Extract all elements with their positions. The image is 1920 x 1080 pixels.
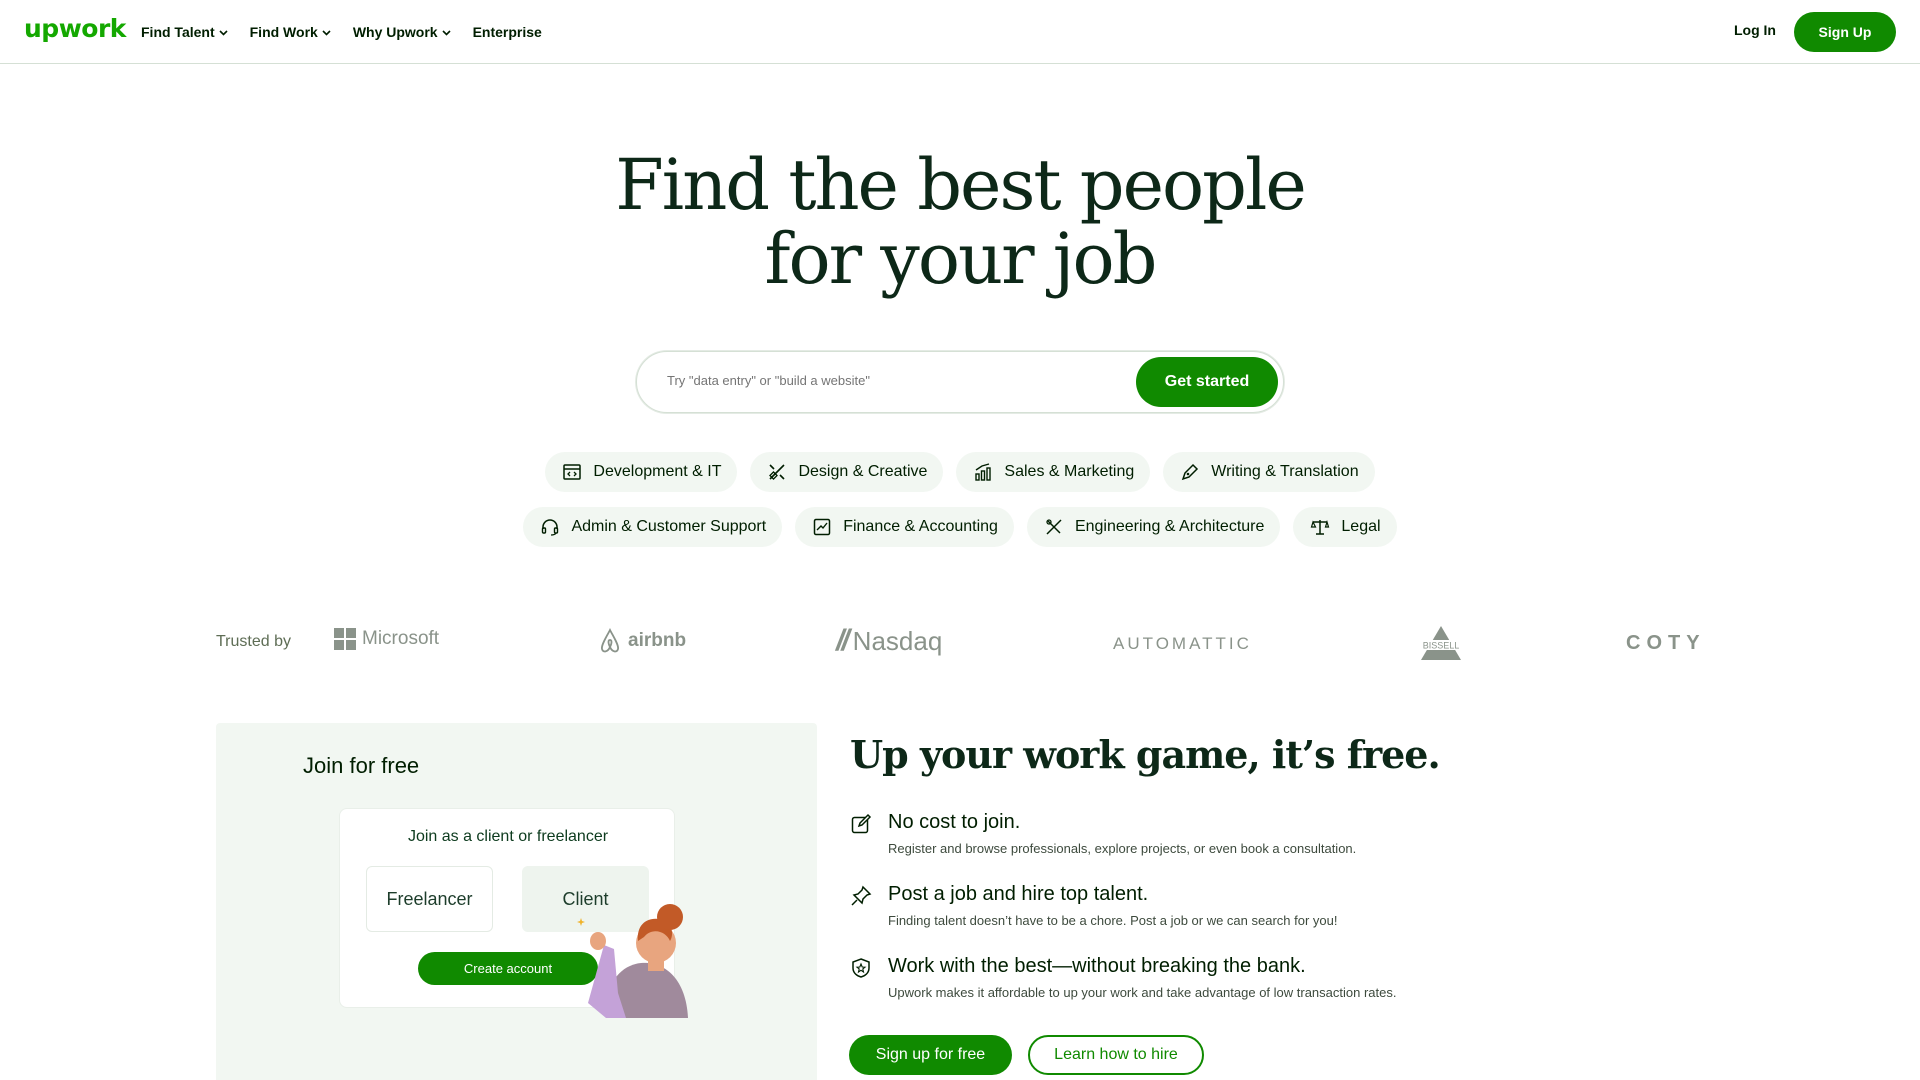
benefit-title: Post a job and hire top talent. (888, 883, 1149, 905)
nav-find-talent[interactable]: Find Talent (141, 24, 228, 40)
trusted-by-label: Trusted by (216, 633, 291, 650)
category-label: Sales & Marketing (1004, 463, 1135, 480)
benefit-desc: Upwork makes it affordable to up your wo… (888, 985, 1397, 1000)
search-input[interactable] (667, 373, 1107, 388)
main-nav: Find Talent Find Work Why Upwork Enterpr… (141, 0, 542, 64)
category-engineering-architecture[interactable]: Engineering & Architecture (1026, 507, 1281, 547)
category-label: Legal (1341, 518, 1381, 535)
code-window-icon (561, 461, 583, 483)
hero-title: Find the best people for your job (0, 148, 1920, 296)
shield-star-icon (850, 957, 872, 979)
nav-find-work[interactable]: Find Work (250, 24, 331, 40)
headset-icon (539, 516, 561, 538)
category-finance-accounting[interactable]: Finance & Accounting (795, 507, 1014, 547)
airbnb-logo: airbnb (598, 628, 686, 654)
join-title: Join for free (303, 753, 420, 778)
bissell-wordmark: BISSELL (1423, 641, 1460, 651)
growth-chart-icon (972, 461, 994, 483)
site-header: upwork Find Talent Find Work Why Upwork … (0, 0, 1920, 64)
airbnb-mark-icon (601, 628, 619, 653)
pen-icon (1179, 461, 1201, 483)
nav-enterprise-label: Enterprise (472, 24, 542, 40)
bissell-logo: BISSELL (1413, 624, 1469, 664)
freelancer-option[interactable]: Freelancer (366, 866, 493, 932)
signup-button[interactable]: Sign Up (1794, 12, 1896, 52)
join-panel: Join for free Join as a client or freela… (216, 723, 817, 1080)
category-label: Finance & Accounting (843, 518, 998, 535)
benefits-title: Up your work game, it’s free. (850, 732, 1441, 777)
nav-why-upwork-label: Why Upwork (352, 24, 438, 40)
category-row-1: Development & IT Design & Creative Sales… (0, 452, 1920, 492)
category-legal[interactable]: Legal (1293, 507, 1397, 547)
brand-name: airbnb (628, 630, 687, 651)
brand-name: Nasdaq (852, 625, 943, 656)
microsoft-grid-icon (334, 628, 356, 650)
chevron-down-icon (322, 30, 331, 36)
join-card-title: Join as a client or freelancer (407, 828, 609, 845)
login-link[interactable]: Log In (1734, 22, 1776, 38)
coty-logo: COTY (1626, 632, 1706, 655)
benefit-desc: Finding talent doesn’t have to be a chor… (888, 913, 1338, 928)
benefit-title: Work with the best—without breaking the … (888, 955, 1306, 977)
pin-icon (850, 885, 872, 907)
nasdaq-mark-icon: // (836, 624, 850, 657)
brand-name: AUTOMATTIC (1113, 634, 1252, 653)
category-label: Design & Creative (798, 463, 928, 480)
category-label: Admin & Customer Support (571, 518, 767, 535)
automattic-logo: AUTOMATTIC (1113, 634, 1252, 654)
trend-chart-icon (811, 516, 833, 538)
category-label: Development & IT (593, 463, 722, 480)
hero-title-line1: Find the best people (615, 144, 1307, 226)
edit-icon (850, 813, 872, 835)
brand-name: Microsoft (362, 628, 440, 649)
brand-name: COTY (1626, 632, 1706, 654)
chevron-down-icon (219, 30, 228, 36)
microsoft-logo: Microsoft (334, 628, 439, 650)
scales-icon (1309, 516, 1331, 538)
category-row-2: Admin & Customer Support Finance & Accou… (0, 507, 1920, 547)
benefit-desc: Register and browse professionals, explo… (888, 841, 1357, 856)
hero-title-line2: for your job (764, 218, 1158, 300)
chevron-down-icon (442, 30, 451, 36)
nav-why-upwork[interactable]: Why Upwork (353, 24, 451, 40)
get-started-button[interactable]: Get started (1136, 357, 1278, 407)
category-design-creative[interactable]: Design & Creative (750, 452, 944, 492)
category-label: Writing & Translation (1211, 463, 1359, 480)
category-label: Engineering & Architecture (1074, 518, 1265, 535)
category-development-it[interactable]: Development & IT (545, 452, 738, 492)
signup-free-button[interactable]: Sign up for free (849, 1035, 1012, 1075)
learn-how-to-hire-button[interactable]: Learn how to hire (1028, 1035, 1204, 1075)
nasdaq-logo: // Nasdaq (836, 624, 942, 658)
category-writing-translation[interactable]: Writing & Translation (1163, 452, 1375, 492)
upwork-logo[interactable]: upwork (24, 14, 126, 43)
nav-find-talent-label: Find Talent (141, 24, 215, 40)
bissell-mark-icon: BISSELL (1419, 626, 1463, 660)
design-tools-icon (766, 461, 788, 483)
nav-enterprise[interactable]: Enterprise (473, 24, 542, 40)
compass-ruler-icon (1043, 516, 1065, 538)
nav-find-work-label: Find Work (249, 24, 318, 40)
category-admin-support[interactable]: Admin & Customer Support (523, 507, 783, 547)
category-sales-marketing[interactable]: Sales & Marketing (956, 452, 1151, 492)
person-illustration (577, 904, 688, 1018)
benefit-title: No cost to join. (888, 811, 1021, 833)
